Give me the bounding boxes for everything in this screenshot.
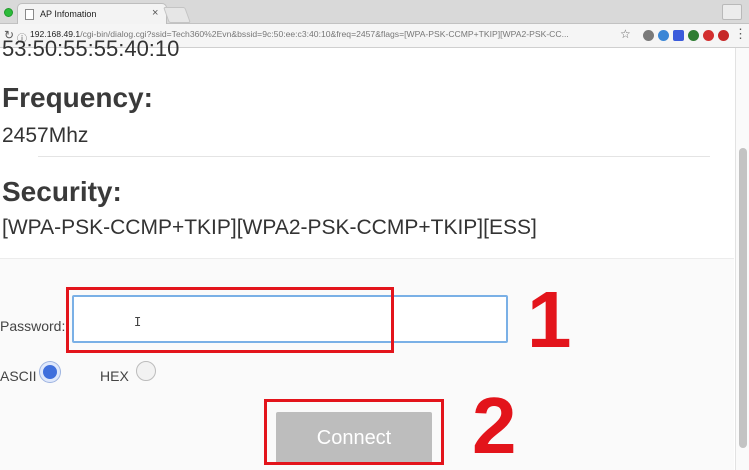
- tab-bar: AP Infomation ×: [0, 0, 749, 24]
- frequency-heading: Frequency:: [2, 82, 153, 113]
- tab-title: AP Infomation: [40, 9, 97, 19]
- scrollbar-thumb[interactable]: [739, 148, 747, 448]
- window-close-dot[interactable]: [4, 8, 13, 17]
- annotation-box-connect: [264, 399, 444, 465]
- annotation-box-password: [66, 287, 394, 353]
- hex-label: HEX: [100, 368, 129, 384]
- annotation-step-1: 1: [527, 275, 572, 364]
- extension-icon[interactable]: [688, 30, 699, 41]
- menu-icon[interactable]: ⋮: [734, 26, 747, 42]
- page-icon: [25, 9, 34, 20]
- adblock-icon[interactable]: [703, 30, 714, 41]
- hex-radio[interactable]: [136, 361, 156, 381]
- annotation-step-2: 2: [472, 381, 517, 470]
- scrollbar[interactable]: [735, 48, 749, 470]
- tab-close-icon[interactable]: ×: [152, 7, 158, 19]
- security-heading: Security:: [2, 176, 122, 207]
- browser-tab[interactable]: AP Infomation ×: [17, 3, 167, 24]
- opera-icon[interactable]: [718, 30, 729, 41]
- ascii-radio[interactable]: [40, 362, 60, 382]
- new-tab-button[interactable]: [163, 7, 191, 23]
- extension-settings-icon[interactable]: [643, 30, 654, 41]
- password-label: Password:: [0, 318, 66, 334]
- window-profile-button[interactable]: [722, 4, 742, 20]
- frequency-value: 2457Mhz: [2, 124, 89, 147]
- divider: [38, 156, 710, 157]
- extension-icon[interactable]: [673, 30, 684, 41]
- ascii-label: ASCII: [0, 368, 37, 384]
- bssid-value-partial: 53:50:55:55:40:10: [2, 36, 180, 61]
- security-value: [WPA-PSK-CCMP+TKIP][WPA2-PSK-CCMP+TKIP][…: [2, 216, 537, 239]
- extension-icon[interactable]: [658, 30, 669, 41]
- bookmark-star-icon[interactable]: ☆: [620, 27, 631, 41]
